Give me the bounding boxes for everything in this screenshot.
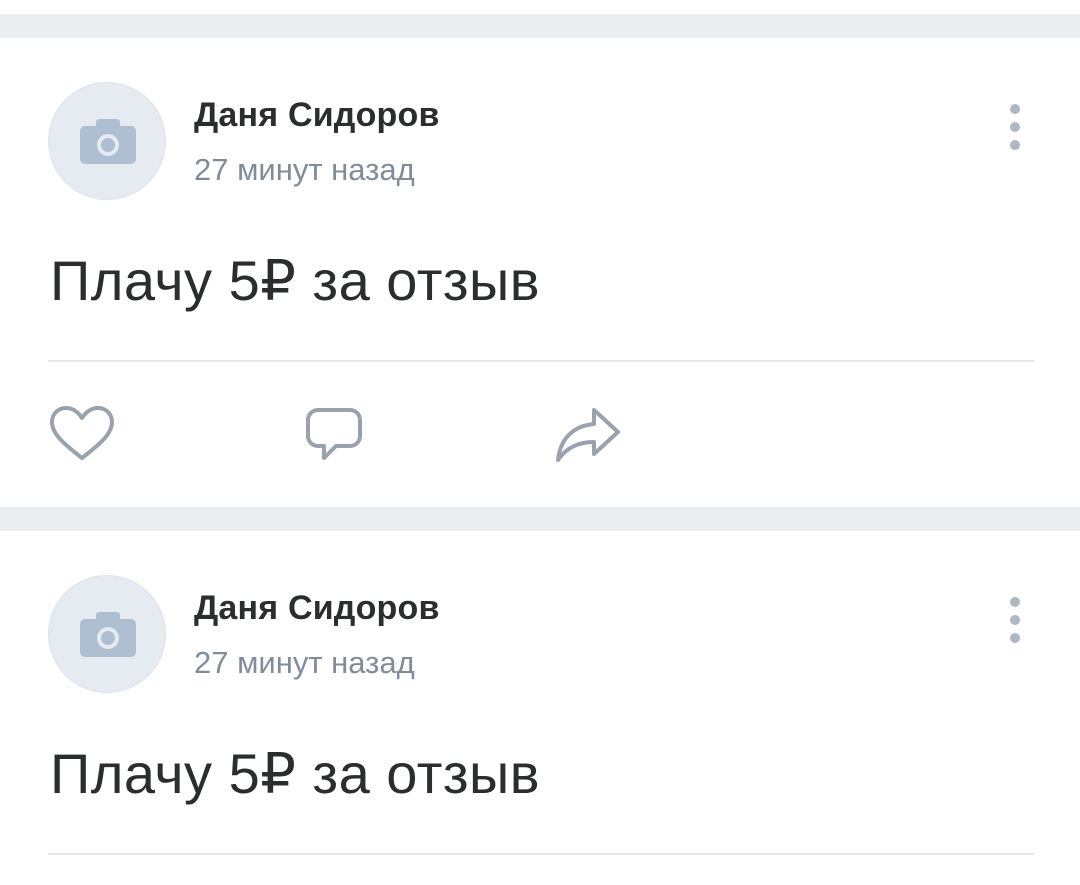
divider xyxy=(48,853,1034,855)
feed-separator xyxy=(0,507,1080,531)
share-icon xyxy=(556,408,620,462)
feed-post: Даня Сидоров 27 минут назад Плачу 5₽ за … xyxy=(0,531,1080,885)
post-actions-bar xyxy=(0,402,1080,466)
post-timestamp[interactable]: 27 минут назад xyxy=(194,645,415,681)
like-button[interactable] xyxy=(46,402,118,466)
top-strip xyxy=(0,0,1080,14)
feed-separator xyxy=(0,14,1080,38)
divider xyxy=(48,360,1034,362)
post-author-name[interactable]: Даня Сидоров xyxy=(194,589,440,628)
avatar[interactable] xyxy=(48,82,166,200)
camera-icon xyxy=(80,119,136,164)
post-timestamp[interactable]: 27 минут назад xyxy=(194,152,415,188)
avatar[interactable] xyxy=(48,575,166,693)
more-vertical-icon[interactable] xyxy=(1003,593,1027,649)
feed-post: Даня Сидоров 27 минут назад Плачу 5₽ за … xyxy=(0,38,1080,507)
comment-button[interactable] xyxy=(298,402,370,466)
comment-icon xyxy=(306,408,362,460)
more-vertical-icon[interactable] xyxy=(1003,100,1027,156)
camera-icon xyxy=(80,612,136,657)
post-text: Плачу 5₽ за отзыв xyxy=(50,742,541,805)
post-text: Плачу 5₽ за отзыв xyxy=(50,249,541,312)
post-author-name[interactable]: Даня Сидоров xyxy=(194,96,440,135)
share-button[interactable] xyxy=(552,402,624,466)
heart-icon xyxy=(50,406,114,460)
